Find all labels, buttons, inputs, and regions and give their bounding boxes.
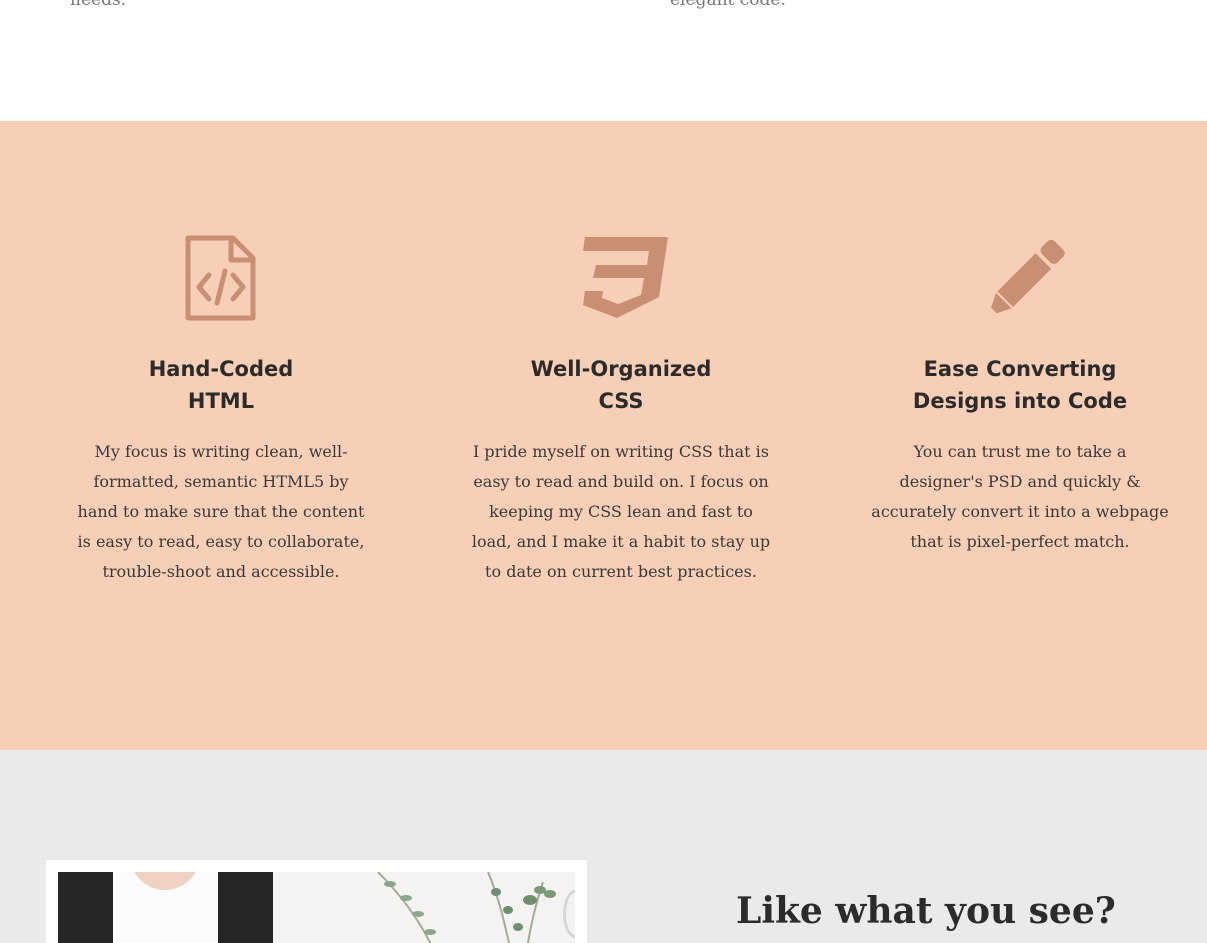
file-code-icon	[185, 235, 256, 321]
feature-title: Well-Organized CSS	[530, 357, 712, 413]
skills-section: Hand-Coded HTML My focus is writing clea…	[0, 121, 1207, 750]
feature-title: Hand-Coded HTML	[148, 357, 294, 413]
cta-heading: Like what you see?	[736, 890, 1116, 932]
feature-description: You can trust me to take a designer's PS…	[871, 442, 1169, 551]
profile-photo-frame	[46, 860, 587, 943]
previous-text-left: needs.	[70, 0, 127, 10]
feature-html: Hand-Coded HTML My focus is writing clea…	[61, 233, 381, 587]
feature-title: Ease Converting Designs into Code	[912, 357, 1128, 413]
feature-css: Well-Organized CSS I pride myself on wri…	[461, 233, 781, 587]
pencil-icon	[988, 239, 1065, 317]
feature-description: My focus is writing clean, well-formatte…	[77, 442, 365, 581]
about-section: Like what you see?	[0, 750, 1207, 943]
previous-section: needs. elegant code.	[0, 0, 1207, 121]
profile-photo	[58, 872, 575, 943]
css3-icon	[583, 237, 668, 318]
previous-text-right: elegant code.	[670, 0, 786, 10]
feature-description: I pride myself on writing CSS that is ea…	[471, 442, 771, 581]
feature-design: Ease Converting Designs into Code You ca…	[860, 233, 1180, 557]
plant-icon	[377, 872, 556, 943]
